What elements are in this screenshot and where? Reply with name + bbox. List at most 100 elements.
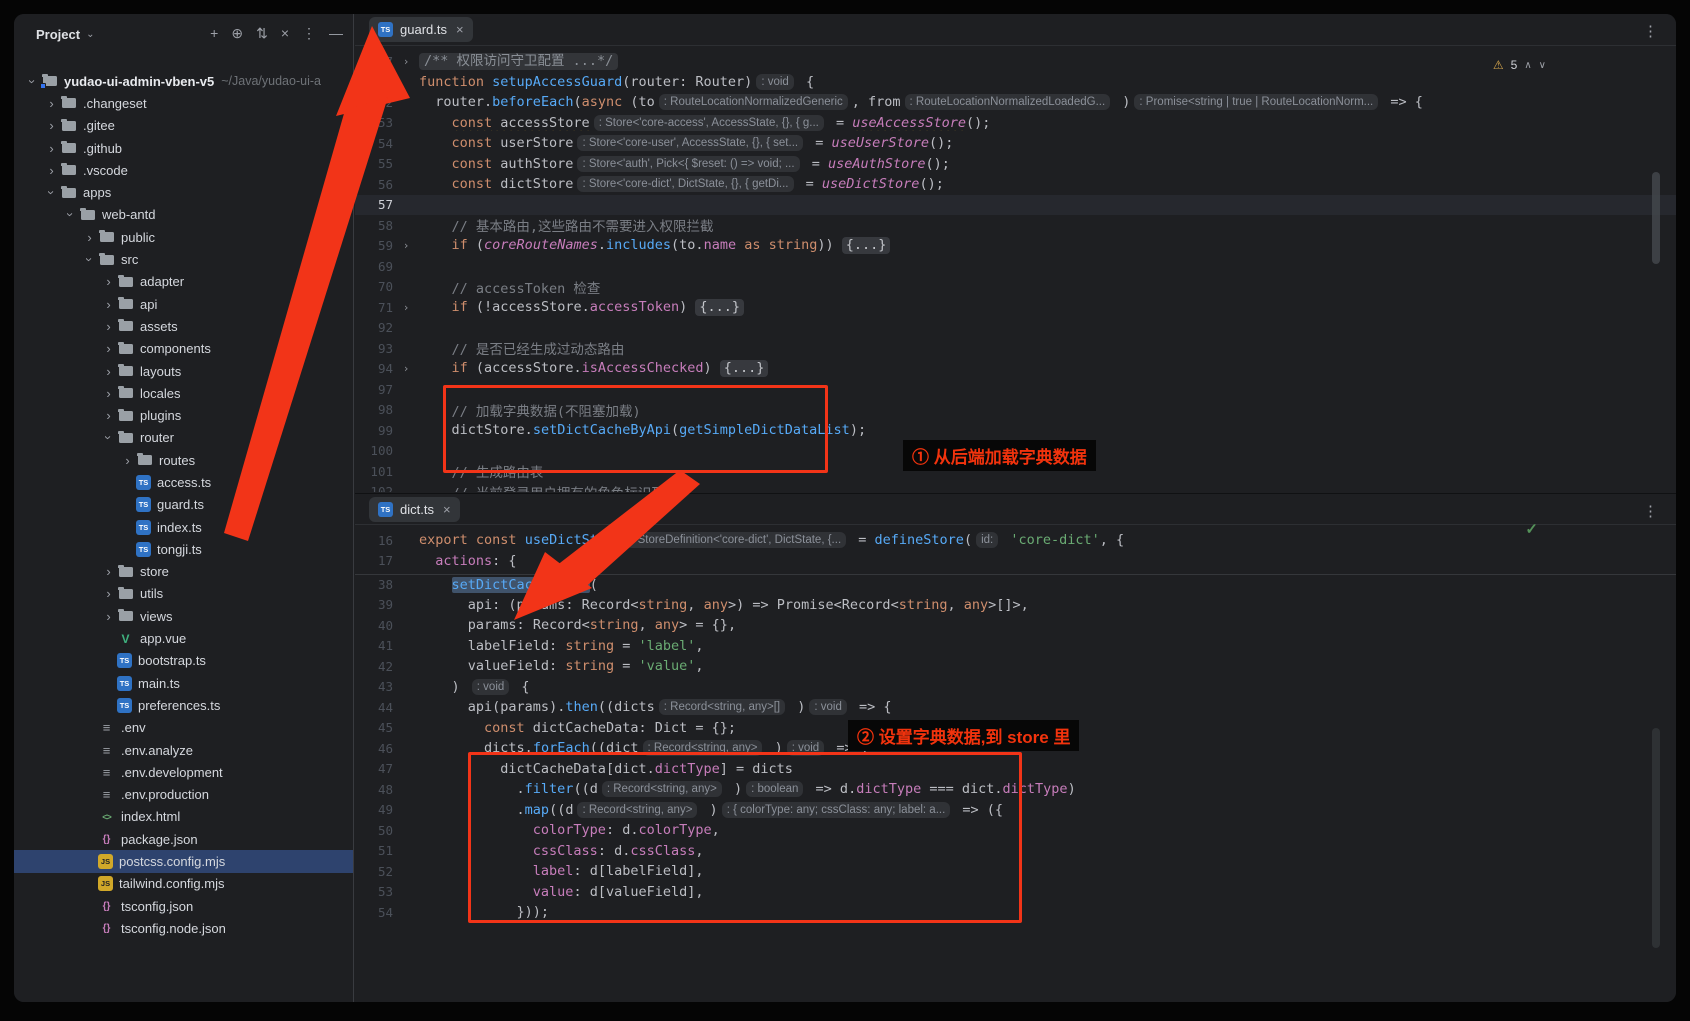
chevron-icon[interactable]: › bbox=[100, 408, 117, 423]
collapse-all-icon[interactable]: × bbox=[281, 25, 289, 41]
tree-item-store[interactable]: ›store bbox=[14, 561, 353, 583]
prev-problem-icon[interactable]: ∧ bbox=[1524, 60, 1531, 71]
tree-item-routes[interactable]: ›routes bbox=[14, 449, 353, 471]
code-line-102[interactable]: 102 // 当前登录用户拥有的角色标识列表 bbox=[355, 482, 1676, 493]
chevron-icon[interactable]: › bbox=[43, 141, 60, 156]
chevron-icon[interactable]: › bbox=[119, 453, 136, 468]
chevron-icon[interactable]: › bbox=[63, 206, 78, 223]
chevron-icon[interactable]: › bbox=[100, 341, 117, 356]
tree-item-apps[interactable]: ›apps bbox=[14, 181, 353, 203]
guard-code-area[interactable]: 47›/** 权限访问守卫配置 ...*/51function setupAcc… bbox=[355, 47, 1676, 492]
tree-item-api[interactable]: ›api bbox=[14, 293, 353, 315]
tree-item-tailwind-config-mjs[interactable]: JStailwind.config.mjs bbox=[14, 873, 353, 895]
tree-item-tsconfig-node-json[interactable]: {}tsconfig.node.json bbox=[14, 917, 353, 939]
chevron-icon[interactable]: › bbox=[100, 297, 117, 312]
code-line-49[interactable]: 49 .map((d: Record<string, any> ): { col… bbox=[355, 800, 1676, 821]
code-line-47[interactable]: 47›/** 权限访问守卫配置 ...*/ bbox=[355, 51, 1676, 72]
hide-icon[interactable]: — bbox=[329, 25, 343, 41]
tree-item--changeset[interactable]: ›.changeset bbox=[14, 92, 353, 114]
tree-item-package-json[interactable]: {}package.json bbox=[14, 828, 353, 850]
code-line-55[interactable]: 55 const authStore: Store<'auth', Pick<{… bbox=[355, 154, 1676, 175]
tree-item-src[interactable]: ›src bbox=[14, 248, 353, 270]
code-line-16[interactable]: 16export const useDictStore: StoreDefini… bbox=[355, 530, 1676, 551]
tree-item-layouts[interactable]: ›layouts bbox=[14, 360, 353, 382]
tree-item--env[interactable]: ≡.env bbox=[14, 717, 353, 739]
chevron-icon[interactable]: › bbox=[82, 251, 97, 268]
code-line-41[interactable]: 41 labelField: string = 'label', bbox=[355, 636, 1676, 657]
code-line-98[interactable]: 98 // 加载字典数据(不阻塞加载) bbox=[355, 400, 1676, 421]
tree-item-components[interactable]: ›components bbox=[14, 338, 353, 360]
dict-scrollbar[interactable] bbox=[1652, 728, 1660, 948]
chevron-icon[interactable]: › bbox=[43, 163, 60, 178]
fold-chevron-icon[interactable]: › bbox=[397, 301, 415, 314]
code-line-45[interactable]: 45 const dictCacheData: Dict = {}; bbox=[355, 718, 1676, 739]
more-options-icon[interactable]: ⋮ bbox=[1643, 22, 1658, 40]
fold-chevron-icon[interactable]: › bbox=[397, 55, 415, 68]
tree-item--vscode[interactable]: ›.vscode bbox=[14, 159, 353, 181]
more-options-icon[interactable]: ⋮ bbox=[1643, 502, 1658, 520]
tree-item-utils[interactable]: ›utils bbox=[14, 583, 353, 605]
code-line-17[interactable]: 17 actions: { bbox=[355, 551, 1676, 572]
code-line-69[interactable]: 69 bbox=[355, 256, 1676, 277]
code-line-51[interactable]: 51 cssClass: d.cssClass, bbox=[355, 841, 1676, 862]
code-line-48[interactable]: 48 .filter((d: Record<string, any> ): bo… bbox=[355, 779, 1676, 800]
code-line-97[interactable]: 97 bbox=[355, 379, 1676, 400]
code-line-42[interactable]: 42 valueField: string = 'value', bbox=[355, 656, 1676, 677]
chevron-icon[interactable]: › bbox=[43, 118, 60, 133]
chevron-icon[interactable]: › bbox=[44, 184, 59, 201]
code-line-39[interactable]: 39 api: (params: Record<string, any>) =>… bbox=[355, 595, 1676, 616]
code-line-53[interactable]: 53 value: d[valueField], bbox=[355, 882, 1676, 903]
tree-item-app-vue[interactable]: Vapp.vue bbox=[14, 627, 353, 649]
code-line-40[interactable]: 40 params: Record<string, any> = {}, bbox=[355, 615, 1676, 636]
tab-dict-ts[interactable]: TS dict.ts × bbox=[369, 497, 460, 522]
code-line-47[interactable]: 47 dictCacheData[dict.dictType] = dicts bbox=[355, 759, 1676, 780]
tree-item-adapter[interactable]: ›adapter bbox=[14, 271, 353, 293]
next-problem-icon[interactable]: ∨ bbox=[1539, 60, 1546, 71]
chevron-icon[interactable]: › bbox=[81, 230, 98, 245]
tree-item-locales[interactable]: ›locales bbox=[14, 382, 353, 404]
code-line-58[interactable]: 58 // 基本路由,这些路由不需要进入权限拦截 bbox=[355, 215, 1676, 236]
chevron-icon[interactable]: › bbox=[100, 386, 117, 401]
code-line-57[interactable]: 57 bbox=[355, 195, 1676, 216]
code-line-51[interactable]: 51function setupAccessGuard(router: Rout… bbox=[355, 72, 1676, 93]
code-line-53[interactable]: 53 const accessStore: Store<'core-access… bbox=[355, 113, 1676, 134]
code-line-100[interactable]: 100 bbox=[355, 441, 1676, 462]
code-line-44[interactable]: 44 api(params).then((dicts: Record<strin… bbox=[355, 697, 1676, 718]
locate-icon[interactable]: ⊕ bbox=[231, 25, 243, 41]
code-line-94[interactable]: 94› if (accessStore.isAccessChecked) {..… bbox=[355, 359, 1676, 380]
chevron-icon[interactable]: › bbox=[101, 429, 116, 446]
chevron-icon[interactable]: › bbox=[43, 96, 60, 111]
tree-item-preferences-ts[interactable]: TSpreferences.ts bbox=[14, 694, 353, 716]
tree-item-postcss-config-mjs[interactable]: JSpostcss.config.mjs bbox=[14, 850, 353, 872]
code-line-52[interactable]: 52 router.beforeEach(async (to: RouteLoc… bbox=[355, 92, 1676, 113]
code-line-54[interactable]: 54 })); bbox=[355, 902, 1676, 923]
code-line-70[interactable]: 70 // accessToken 检查 bbox=[355, 277, 1676, 298]
tab-guard-ts[interactable]: TS guard.ts × bbox=[369, 17, 473, 42]
tree-item-guard-ts[interactable]: TSguard.ts bbox=[14, 494, 353, 516]
tree-item-tongji-ts[interactable]: TStongji.ts bbox=[14, 538, 353, 560]
code-line-59[interactable]: 59› if (coreRouteNames.includes(to.name … bbox=[355, 236, 1676, 257]
code-line-71[interactable]: 71› if (!accessStore.accessToken) {...} bbox=[355, 297, 1676, 318]
fold-chevron-icon[interactable]: › bbox=[397, 362, 415, 375]
code-line-52[interactable]: 52 label: d[labelField], bbox=[355, 861, 1676, 882]
tree-item-public[interactable]: ›public bbox=[14, 226, 353, 248]
chevron-icon[interactable]: › bbox=[25, 73, 40, 90]
tree-item--env-analyze[interactable]: ≡.env.analyze bbox=[14, 739, 353, 761]
more-icon[interactable]: ⋮ bbox=[302, 25, 316, 41]
dict-code-area[interactable]: 16export const useDictStore: StoreDefini… bbox=[355, 526, 1676, 1002]
code-line-93[interactable]: 93 // 是否已经生成过动态路由 bbox=[355, 338, 1676, 359]
tree-item-access-ts[interactable]: TSaccess.ts bbox=[14, 471, 353, 493]
tree-item--env-development[interactable]: ≡.env.development bbox=[14, 761, 353, 783]
tree-item--gitee[interactable]: ›.gitee bbox=[14, 115, 353, 137]
code-line-38[interactable]: 38 setDictCacheByApi( bbox=[355, 574, 1676, 595]
code-line-50[interactable]: 50 colorType: d.colorType, bbox=[355, 820, 1676, 841]
tree-item-router[interactable]: ›router bbox=[14, 427, 353, 449]
guard-scrollbar[interactable] bbox=[1652, 172, 1660, 264]
tree-item-web-antd[interactable]: ›web-antd bbox=[14, 204, 353, 226]
project-panel-title[interactable]: Project bbox=[36, 27, 80, 42]
tree-item-views[interactable]: ›views bbox=[14, 605, 353, 627]
tree-item-yudao-ui-admin-vben-v5[interactable]: ›yudao-ui-admin-vben-v5~/Java/yudao-ui-a bbox=[14, 70, 353, 92]
chevron-icon[interactable]: › bbox=[100, 609, 117, 624]
chevron-icon[interactable]: › bbox=[100, 274, 117, 289]
code-line-92[interactable]: 92 bbox=[355, 318, 1676, 339]
